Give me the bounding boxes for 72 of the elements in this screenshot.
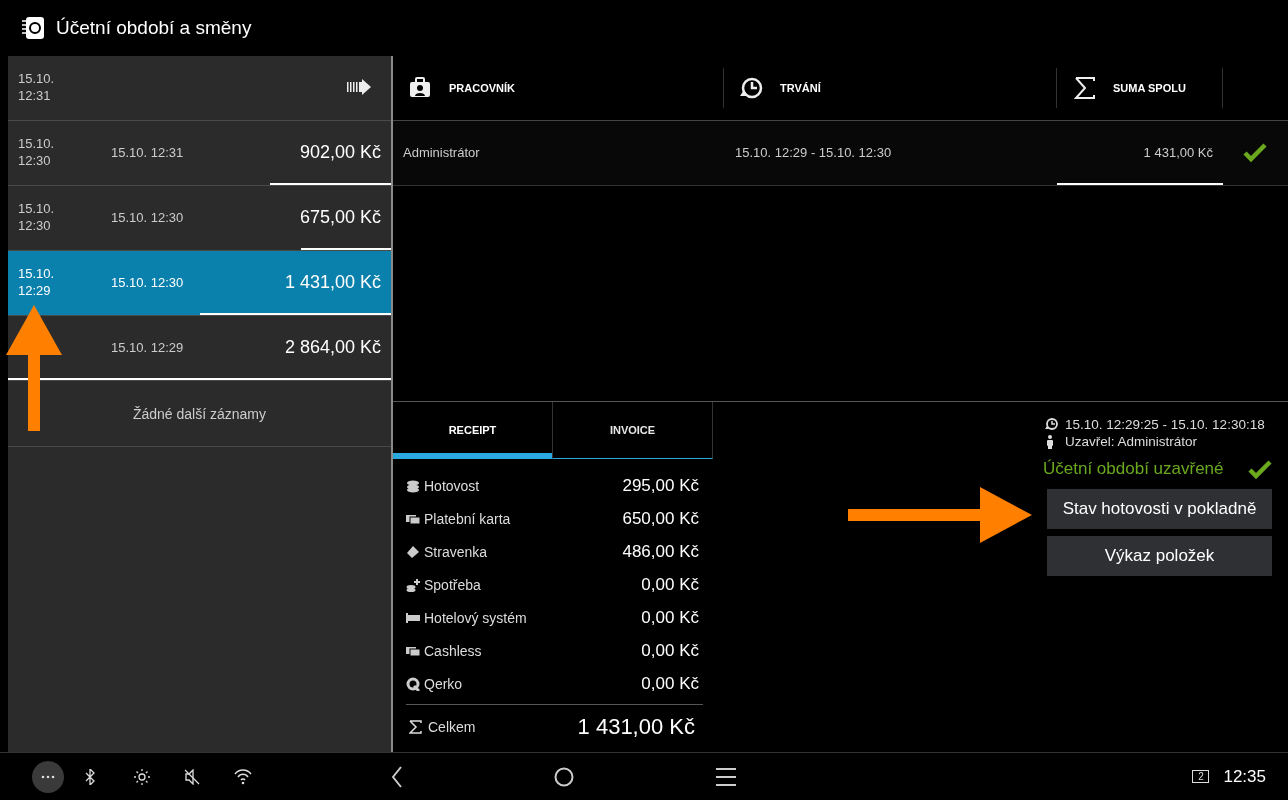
payment-label: Hotovost [424,477,480,494]
closed-by-text: Uzavřel: Administrátor [1065,434,1198,449]
q-logo-icon [406,676,420,691]
payment-amount: 295,00 Kč [622,475,700,496]
payment-label: Cashless [424,642,482,659]
payment-label: Platební karta [424,510,511,527]
shift-row[interactable]: 15.10. 12:29 15.10. 12:30 1 431,00 Kč [8,251,391,316]
payment-amount: 0,00 Kč [641,574,700,595]
shift-start-date: 15.10. [18,70,56,87]
shift-end-time: 15.10. 12:30 [111,209,185,225]
brightness-icon[interactable] [134,768,152,785]
mute-icon[interactable] [184,768,202,785]
dots-icon [41,774,55,779]
shift-duration: 15.10. 12:29 - 15.10. 12:30 [734,144,893,160]
column-header[interactable]: TRVÁNÍ [724,68,1057,108]
worker-name: Administrátor [402,144,481,160]
home-icon[interactable] [554,766,574,787]
payment-label: Qerko [424,675,463,692]
payment-amount: 650,00 Kč [622,508,700,529]
briefcase-icon [409,76,433,100]
sigma-icon [1073,76,1097,100]
payment-label: Hotelový systém [424,609,527,626]
shift-total: 1 431,00 Kč [1142,144,1214,160]
more-button[interactable] [32,760,64,793]
bed-icon [406,610,420,625]
period-range: 15.10. 12:29:25 - 15.10. 12:30:18 [1065,417,1265,432]
shift-row[interactable]: 15.10. 12:31 [8,56,391,121]
shift-amount: 902,00 Kč [299,141,381,163]
ledger-icon [22,17,46,39]
column-header[interactable]: PRACOVNÍK [393,68,724,108]
shift-start-time: 12:29 [18,282,52,299]
no-more-records-text: Žádné další záznamy [132,405,267,422]
shift-start-date: 15.10. [18,135,56,152]
clock-icon [1045,418,1059,431]
shift-end-time: 15.10. 12:30 [111,274,185,290]
forward-arrow-icon [347,79,371,95]
payment-label: Stravenka [424,543,488,560]
menu-icon[interactable] [716,767,736,786]
shift-end-time: 15.10. 12:31 [111,144,185,160]
sigma-icon [409,720,422,734]
shift-start-time: 12:30 [18,152,52,169]
period-status: Účetní období uzavřené [1043,459,1224,479]
clock-icon [740,76,764,100]
shift-amount: 1 431,00 Kč [284,271,381,293]
shift-row[interactable]: 15.10. 12:30 15.10. 12:31 902,00 Kč [8,121,391,186]
column-header[interactable]: SUMA SPOLU [1057,68,1223,108]
coins-icon [406,478,420,493]
back-icon[interactable] [392,765,402,788]
action-button[interactable]: Výkaz položek [1047,536,1272,576]
ticket-icon [406,544,420,559]
payment-amount: 486,00 Kč [622,541,700,562]
coin-plus-icon [406,577,420,592]
payment-amount: 0,00 Kč [641,673,700,694]
payment-amount: 0,00 Kč [641,607,700,628]
shift-start-date: 15.10. [18,265,56,282]
window-title: Účetní období a směny [56,17,252,39]
shift-end-time: 15.10. 12:29 [111,339,185,355]
total-label: Celkem [428,719,476,735]
shift-amount: 675,00 Kč [299,206,381,228]
shift-start-time: 12:31 [18,87,52,104]
tab[interactable]: INVOICE [553,402,713,459]
action-button[interactable]: Stav hotovosti v pokladně [1047,489,1272,529]
shift-start-time: 12:30 [18,217,52,234]
clock-time: 12:35 [1223,766,1266,787]
notification-count[interactable]: 2 [1192,770,1210,783]
wifi-icon[interactable] [234,768,252,785]
shift-amount: 2 864,00 Kč [284,336,381,358]
payment-amount: 0,00 Kč [641,640,700,661]
shift-start-date: 15.10. [18,200,56,217]
payment-label: Spotřeba [424,576,481,593]
total-amount: 1 431,00 Kč [577,714,696,740]
tab[interactable]: RECEIPT [393,402,553,459]
